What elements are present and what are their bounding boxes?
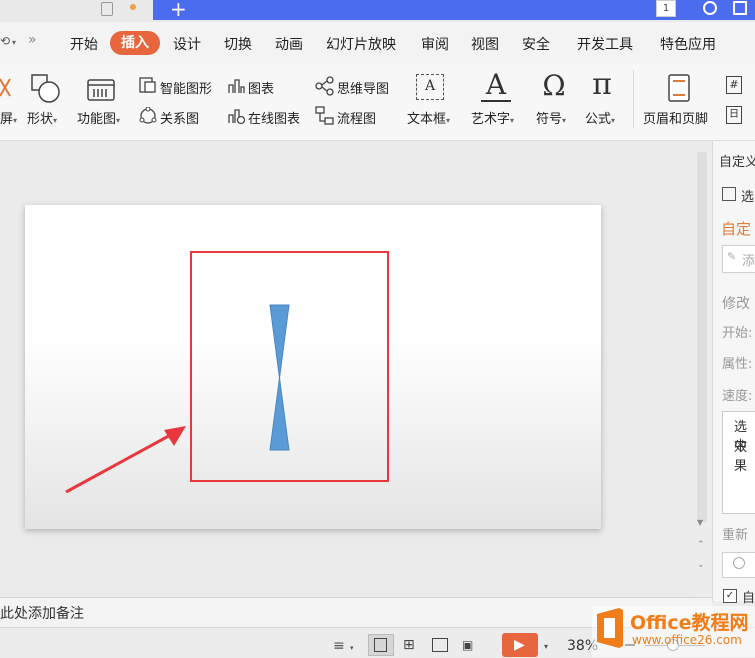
menu-slideshow[interactable]: 幻灯片放映 [326,34,396,54]
property-label: 属性: [722,357,753,372]
textbox-label: 文本框 [407,112,447,127]
chart-button[interactable]: 图表 [248,78,274,97]
play-icon [733,557,745,569]
notes-toggle-caret-icon[interactable]: ▾ [350,644,354,652]
pointer-arrow-icon [65,426,186,494]
autopreview-label: 自 [742,591,755,606]
relation-button[interactable]: 关系图 [160,108,199,127]
reorder-label: 重新 [722,528,749,543]
page-count-badge[interactable]: 1 [656,0,676,17]
menu-insert[interactable]: 插入 [110,31,160,55]
smart-shape-icon [139,77,156,93]
skin-icon[interactable] [703,1,717,15]
menu-animation[interactable]: 动画 [275,34,303,54]
effect-list-hint-2: 效果 [734,440,748,474]
undo-caret-icon[interactable]: ▾ [12,38,16,47]
wordart-caret-icon: ▾ [510,116,515,125]
new-tab-button[interactable]: + [170,0,187,21]
scissors-icon[interactable] [0,76,12,102]
function-chart-label: 功能图 [77,112,117,127]
formula-label: 公式 [585,112,612,127]
notes-placeholder[interactable]: 此处添加备注 [0,603,84,623]
function-chart-icon[interactable] [86,74,116,104]
menu-design[interactable]: 设计 [173,34,201,54]
formula-button[interactable]: 公式▾ [585,108,615,127]
wordart-icon[interactable]: A [481,70,511,102]
start-label: 开始: [722,326,753,341]
function-chart-caret-icon: ▾ [116,116,121,125]
slide-sorter-icon[interactable]: ⊞ [403,637,415,653]
online-chart-button[interactable]: 在线图表 [248,108,300,127]
textbox-icon[interactable]: A [416,74,444,100]
header-footer-button[interactable]: 页眉和页脚 [643,108,708,127]
formula-icon[interactable]: π [586,68,618,102]
online-chart-icon [228,109,245,125]
shape-caret-icon: ▾ [53,116,58,125]
pane-section-title: 自定 [721,220,752,238]
speed-label: 速度: [722,389,753,404]
slideshow-caret-icon[interactable]: ▾ [544,642,548,651]
screenshot-button[interactable]: 屏▾ [0,108,17,127]
normal-view-icon [374,638,387,652]
symbol-icon[interactable]: Ω [538,70,570,102]
menu-view[interactable]: 视图 [471,34,499,54]
mindmap-button[interactable]: 思维导图 [337,78,389,97]
scroll-page-up-icon[interactable]: ⌃ [697,540,705,550]
scrollbar-thumb[interactable] [697,152,707,522]
pane-title: 自定义 [719,155,755,170]
shape-button[interactable]: 形状▾ [27,108,57,127]
symbol-button[interactable]: 符号▾ [536,108,566,127]
slide-number-icon[interactable]: # [726,76,742,94]
select-pane-label[interactable]: 选 [741,186,754,205]
relation-icon [139,107,157,124]
notes-toggle-icon[interactable]: ≡ [333,638,345,654]
scroll-page-down-icon[interactable]: ⌄ [697,560,705,570]
select-pane-icon[interactable] [722,187,736,201]
add-effect-label: 添 [742,254,755,269]
flowchart-icon [315,106,334,125]
menu-security[interactable]: 安全 [522,34,550,54]
hourglass-shape[interactable] [268,304,292,452]
pencil-icon: ✎ [727,250,737,263]
screenshot-caret-icon: ▾ [13,116,18,125]
mindmap-icon [315,76,334,96]
undo-icon[interactable]: ⟲ [0,34,10,48]
autopreview-checkbox[interactable]: ✓ [723,589,737,603]
slideshow-play-icon: ▶ [514,637,525,653]
ribbon-divider [633,70,634,128]
date-time-icon[interactable]: 日 [726,106,742,124]
menu-review[interactable]: 审阅 [421,34,449,54]
unsaved-dot-icon [130,4,136,10]
menu-transition[interactable]: 切换 [224,34,252,54]
pin-icon[interactable] [101,2,113,16]
screenshot-label: 屏 [0,112,14,127]
presenter-view-icon[interactable]: ▣ [462,638,473,652]
flowchart-button[interactable]: 流程图 [337,108,376,127]
shape-icon[interactable] [31,74,61,104]
smart-shape-button[interactable]: 智能图形 [160,78,212,97]
function-chart-button[interactable]: 功能图▾ [77,108,120,127]
office-logo-icon [597,608,623,648]
symbol-caret-icon: ▾ [562,116,567,125]
shape-label: 形状 [27,112,54,127]
wordart-label: 艺术字 [471,112,511,127]
watermark-brand: Office教程网 [630,612,749,634]
wordart-button[interactable]: 艺术字▾ [471,108,514,127]
watermark-url: www.office26.com [632,633,742,647]
shirt-icon[interactable] [733,1,747,15]
chart-icon [228,79,245,93]
menu-features[interactable]: 特色应用 [660,34,716,54]
formula-caret-icon: ▾ [611,116,616,125]
textbox-button[interactable]: 文本框▾ [407,108,450,127]
scroll-down-icon[interactable]: ▼ [697,518,703,527]
menu-home[interactable]: 开始 [70,34,98,54]
modify-label: 修改 [722,296,750,312]
menu-developer[interactable]: 开发工具 [577,34,633,54]
header-footer-icon[interactable] [667,73,691,103]
symbol-label: 符号 [536,112,563,127]
textbox-caret-icon: ▾ [446,116,451,125]
more-menu-icon[interactable]: » [28,32,37,48]
reading-view-icon[interactable] [432,638,448,652]
